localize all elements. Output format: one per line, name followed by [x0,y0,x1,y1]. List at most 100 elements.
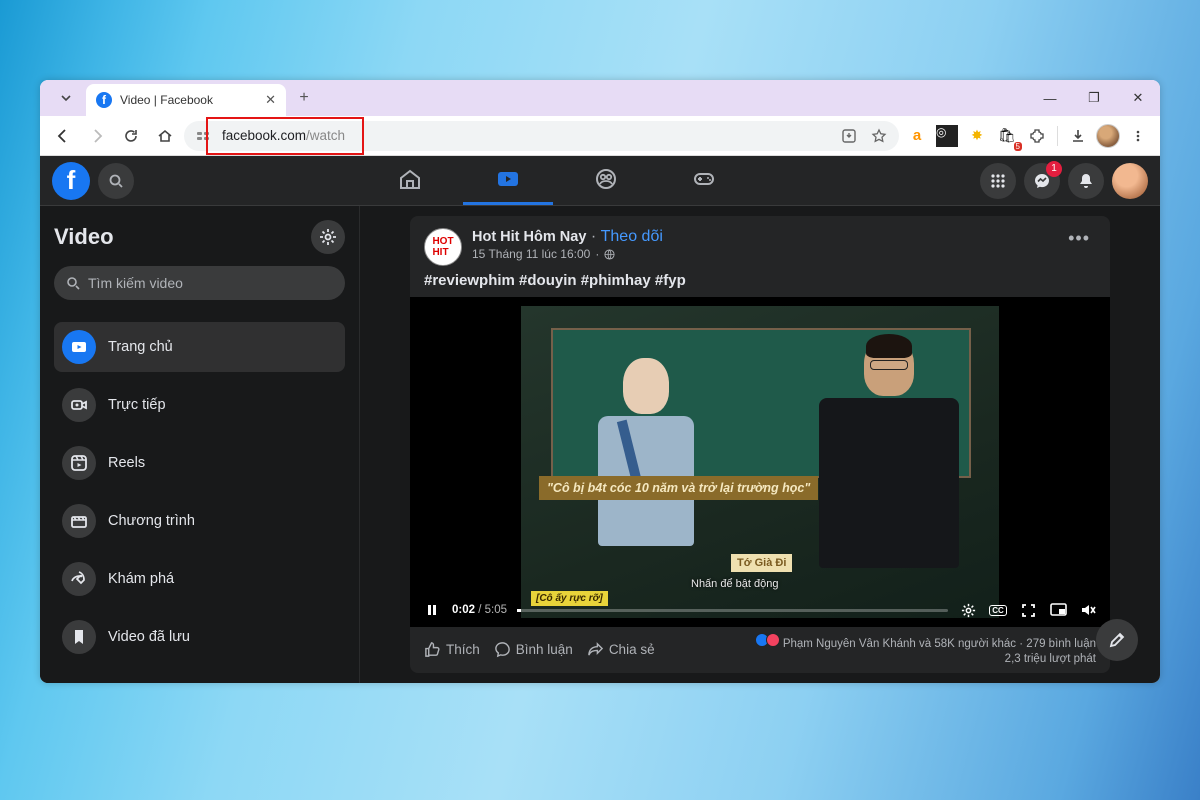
extension-4[interactable]: 🛍 [993,122,1021,150]
sidebar-settings-button[interactable] [311,220,345,254]
sidebar-item-home[interactable]: Trang chủ [54,322,345,372]
nav-tab-gaming[interactable] [659,157,749,205]
post-timestamp[interactable]: 15 Tháng 11 lúc 16:00 · [472,247,1052,261]
sidebar-search-input[interactable]: Tìm kiếm video [54,266,345,300]
post-caption: #reviewphim #douyin #phimhay #fyp [410,266,1110,297]
follow-link[interactable]: Theo dõi [601,228,663,245]
compose-fab[interactable] [1096,619,1138,661]
reels-icon [62,446,96,480]
messenger-button[interactable]: 1 [1024,163,1060,199]
progress-bar[interactable] [517,609,948,612]
sidebar-item-shows[interactable]: Chương trình [54,496,345,546]
video-player[interactable]: "Cô bị b4t cóc 10 năm và trở lại trường … [410,297,1110,627]
settings-gear-icon[interactable] [958,600,978,620]
tab-strip: f Video | Facebook ✕ + — ❐ ✕ [40,80,1160,116]
sidebar-item-explore[interactable]: Khám phá [54,554,345,604]
window-maximize[interactable]: ❐ [1072,80,1116,116]
page-content: f 1 Video [40,156,1160,683]
extensions-menu-icon[interactable] [1023,122,1051,150]
facebook-logo[interactable]: f [52,162,90,200]
fullscreen-button[interactable] [1018,600,1038,620]
toolbar: facebook.com/watch a ◎ ✸ 🛍 [40,116,1160,156]
profile-avatar[interactable] [1094,122,1122,150]
sidebar-item-label: Trang chủ [108,339,173,355]
extension-3[interactable]: ✸ [963,122,991,150]
rocket-icon [62,562,96,596]
nav-tab-video[interactable] [463,157,553,205]
nav-forward-button[interactable] [82,121,112,151]
volume-button[interactable] [1078,600,1098,620]
nav-home-button[interactable] [150,121,180,151]
fb-body: Video Tìm kiếm video Trang chủ Trực tiếp [40,206,1160,683]
fb-header: f 1 [40,156,1160,206]
account-avatar[interactable] [1112,163,1148,199]
pip-button[interactable] [1048,600,1068,620]
sidebar-item-label: Video đã lưu [108,629,190,645]
bookmark-icon [62,620,96,654]
bookmark-star-icon[interactable] [871,128,887,144]
sidebar-item-label: Chương trình [108,513,195,529]
subtitle-small-1: Tớ Già Đi [731,554,792,572]
globe-icon [604,249,615,260]
sidebar-item-live[interactable]: Trực tiếp [54,380,345,430]
nav-back-button[interactable] [48,121,78,151]
sidebar-title: Video [54,224,114,250]
cc-button[interactable]: CC [988,600,1008,620]
sidebar-item-label: Trực tiếp [108,397,166,413]
tab-search-button[interactable] [52,84,80,112]
video-post: HOTHIT Hot Hit Hôm Nay · Theo dõi 15 Thá… [410,216,1110,673]
post-menu-button[interactable]: ••• [1062,228,1096,249]
sidebar-item-reels[interactable]: Reels [54,438,345,488]
fb-search-button[interactable] [98,163,134,199]
chrome-menu-icon[interactable] [1124,122,1152,150]
sidebar-item-label: Khám phá [108,571,174,587]
post-footer: Thích Bình luận Chia sẻ Phạm Nguyên Vân … [410,627,1110,673]
menu-grid-button[interactable] [980,163,1016,199]
notifications-button[interactable] [1068,163,1104,199]
downloads-icon[interactable] [1064,122,1092,150]
post-author-avatar[interactable]: HOTHIT [424,228,462,266]
comment-button[interactable]: Bình luận [494,641,573,658]
video-sidebar: Video Tìm kiếm video Trang chủ Trực tiếp [40,206,360,683]
pause-button[interactable] [422,600,442,620]
love-react-icon [766,633,780,647]
share-button[interactable]: Chia sẻ [587,641,655,658]
url-text: facebook.com/watch [222,128,345,143]
browser-tab-active[interactable]: f Video | Facebook ✕ [86,84,286,116]
tab-close-button[interactable]: ✕ [265,92,276,108]
subtitle-main: "Cô bị b4t cóc 10 năm và trở lại trường … [539,476,818,500]
tab-favicon: f [96,92,112,108]
nav-tab-home[interactable] [365,157,455,205]
video-time: 0:02 / 5:05 [452,604,507,616]
nav-reload-button[interactable] [116,121,146,151]
clapper-icon [62,504,96,538]
window-close[interactable]: ✕ [1116,80,1160,116]
camera-icon [62,388,96,422]
address-bar[interactable]: facebook.com/watch [184,121,899,151]
new-tab-button[interactable]: + [290,84,318,112]
play-icon [62,330,96,364]
nav-tab-groups[interactable] [561,157,651,205]
extension-1[interactable]: a [903,122,931,150]
sidebar-item-saved[interactable]: Video đã lưu [54,612,345,662]
site-info-icon[interactable] [196,129,214,143]
tab-title: Video | Facebook [120,93,257,107]
post-author-name[interactable]: Hot Hit Hôm Nay [472,229,586,245]
subtitle-center: Nhấn để bật động [691,578,778,590]
likers-text[interactable]: Phạm Nguyên Vân Khánh và 58K người khác [783,638,1016,650]
extension-2[interactable]: ◎ [933,122,961,150]
install-app-icon[interactable] [841,128,857,144]
feed: HOTHIT Hot Hit Hôm Nay · Theo dõi 15 Thá… [360,206,1160,683]
video-frame: "Cô bị b4t cóc 10 năm và trở lại trường … [521,306,999,618]
views-count: 2,3 triệu lượt phát [758,652,1096,667]
like-button[interactable]: Thích [424,641,480,658]
messenger-badge: 1 [1046,161,1062,177]
window-minimize[interactable]: — [1028,80,1072,116]
fb-nav-tabs [134,157,980,205]
browser-window: f Video | Facebook ✕ + — ❐ ✕ facebook.co… [40,80,1160,683]
sidebar-search-placeholder: Tìm kiếm video [88,275,183,291]
window-controls: — ❐ ✕ [1028,80,1160,116]
fb-header-right: 1 [980,163,1148,199]
comments-count[interactable]: 279 bình luận [1026,638,1096,650]
video-controls: 0:02 / 5:05 CC [410,593,1110,627]
